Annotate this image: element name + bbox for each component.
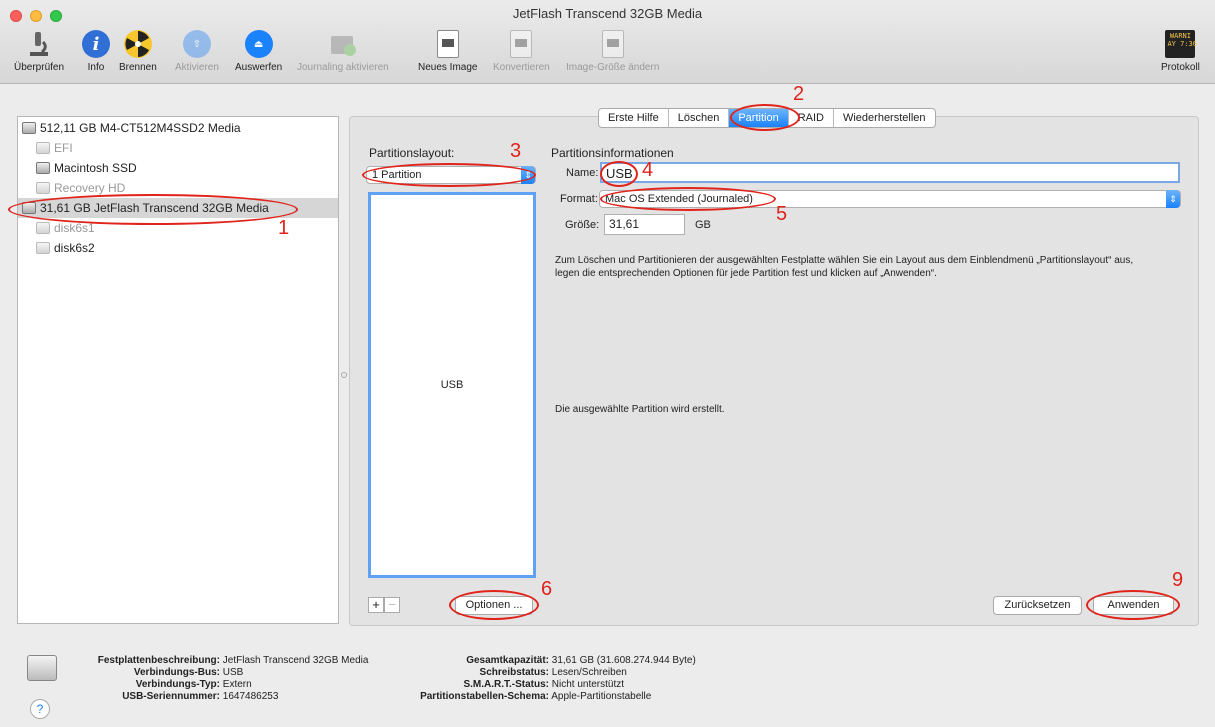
sidebar-item-ssd-disk[interactable]: 512,11 GB M4-CT512M4SSD2 Media (18, 118, 338, 138)
toolbar-label: Journaling aktivieren (297, 62, 389, 73)
format-label: Format: (560, 193, 598, 205)
size-unit: GB (695, 219, 711, 231)
microscope-icon (23, 28, 55, 60)
annotation-ellipse-5 (600, 187, 776, 211)
annotation-number: 3 (510, 140, 522, 162)
eject-icon: ⏏ (243, 28, 275, 60)
toolbar-label: Aktivieren (175, 62, 219, 73)
annotation-ellipse-3 (362, 163, 536, 187)
partition-info-title: Partitionsinformationen (551, 146, 674, 160)
annotation-ellipse-4 (600, 161, 638, 187)
toolbar-label: Neues Image (418, 62, 478, 73)
info-connection-type: Verbindungs-Typ: Extern (135, 679, 252, 690)
partition-segment-usb[interactable]: USB (371, 379, 533, 391)
mount-icon: ⇧ (181, 28, 213, 60)
revert-button[interactable]: Zurücksetzen (993, 596, 1082, 615)
usb-disk-icon (27, 655, 57, 681)
annotation-number: 4 (642, 159, 654, 181)
toolbar-label: Info (87, 62, 105, 73)
name-label: Name: (566, 167, 599, 179)
add-partition-button[interactable]: + (368, 597, 384, 613)
toolbar-label: Überprüfen (14, 62, 65, 73)
partition-name-field[interactable]: USB (600, 162, 1180, 183)
sidebar-item-label: Macintosh SSD (54, 161, 137, 175)
volume-icon (36, 162, 50, 174)
info-smart-status: S.M.A.R.T.-Status: Nicht unterstützt (463, 679, 625, 690)
sidebar-item-macintosh-ssd[interactable]: Macintosh SSD (18, 158, 338, 178)
toolbar-label: Image-Größe ändern (566, 62, 660, 73)
disk-list-sidebar: 512,11 GB M4-CT512M4SSD2 Media EFI Macin… (17, 116, 339, 624)
help-button[interactable]: ? (30, 699, 50, 719)
partition-help-text: Zum Löschen und Partitionieren der ausge… (555, 255, 1134, 279)
info-partition-scheme: Partitionstabellen-Schema: Apple-Partiti… (420, 691, 652, 702)
annotation-number: 1 (278, 217, 290, 239)
volume-icon (36, 182, 50, 194)
disk-utility-window: JetFlash Transcend 32GB Media Überprüfen… (0, 0, 1215, 727)
annotation-ellipse-2 (730, 104, 800, 131)
volume-icon (36, 222, 50, 234)
toolbar-verify-button[interactable]: Überprüfen (14, 28, 64, 73)
info-usb-serial: USB-Seriennummer: 1647486253 (122, 691, 279, 702)
hard-disk-icon (22, 122, 36, 134)
annotation-number: 2 (793, 83, 805, 105)
toolbar-label: Protokoll (1161, 62, 1200, 73)
volume-icon (36, 142, 50, 154)
info-icon: i (80, 28, 112, 60)
partition-status-text: Die ausgewählte Partition wird erstellt. (555, 404, 725, 415)
convert-icon (505, 28, 537, 60)
annotation-number: 6 (541, 578, 553, 600)
popup-arrows-icon: ⇕ (1166, 190, 1180, 208)
annotation-ellipse-9 (1086, 590, 1180, 620)
titlebar: JetFlash Transcend 32GB Media Überprüfen… (0, 0, 1215, 84)
partition-size-field[interactable]: 31,61 (604, 214, 685, 235)
annotation-number: 9 (1172, 569, 1184, 591)
info-disk-description: Festplattenbeschreibung: JetFlash Transc… (97, 655, 369, 666)
annotation-number: 5 (776, 203, 788, 225)
info-write-status: Schreibstatus: Lesen/Schreiben (479, 667, 627, 678)
split-view-handle[interactable] (341, 372, 347, 378)
sidebar-item-label: disk6s2 (54, 241, 95, 255)
partition-layout-map: USB (368, 192, 536, 578)
resize-image-icon (597, 28, 629, 60)
remove-partition-button[interactable]: − (384, 597, 400, 613)
toolbar-label: Brennen (119, 62, 157, 73)
tab-erase[interactable]: Löschen (669, 109, 730, 127)
toolbar-log-button[interactable]: WARNI AY 7:36 Protokoll (1161, 28, 1200, 73)
tab-first-aid[interactable]: Erste Hilfe (599, 109, 669, 127)
info-connection-bus: Verbindungs-Bus: USB (133, 667, 244, 678)
annotation-ellipse-6 (449, 590, 539, 620)
journaling-icon (327, 28, 359, 60)
toolbar-burn-button[interactable]: Brennen (119, 28, 157, 73)
console-log-icon: WARNI AY 7:36 (1164, 28, 1197, 60)
toolbar-new-image-button[interactable]: Neues Image (418, 28, 477, 73)
toolbar-mount-button[interactable]: ⇧ Aktivieren (175, 28, 219, 73)
toolbar-info-button[interactable]: i Info (80, 28, 112, 73)
toolbar-eject-button[interactable]: ⏏ Auswerfen (235, 28, 282, 73)
size-label: Größe: (565, 219, 600, 231)
toolbar-label: Konvertieren (493, 62, 550, 73)
annotation-ellipse-1 (8, 194, 298, 225)
volume-icon (36, 242, 50, 254)
partition-layout-label: Partitionslayout: (369, 146, 455, 160)
toolbar-resize-image-button[interactable]: Image-Größe ändern (566, 28, 659, 73)
window-title: JetFlash Transcend 32GB Media (512, 6, 703, 21)
sidebar-item-label: 512,11 GB M4-CT512M4SSD2 Media (40, 121, 241, 135)
sidebar-item-label: Recovery HD (54, 181, 126, 195)
info-total-capacity: Gesamtkapazität: 31,61 GB (31.608.274.94… (466, 655, 696, 666)
sidebar-item-efi[interactable]: EFI (18, 138, 338, 158)
tab-restore[interactable]: Wiederherstellen (834, 109, 935, 127)
toolbar-label: Auswerfen (235, 62, 283, 73)
toolbar-convert-button[interactable]: Konvertieren (493, 28, 550, 73)
toolbar-journaling-button[interactable]: Journaling aktivieren (297, 28, 389, 73)
burn-icon (122, 28, 154, 60)
new-image-icon (432, 28, 464, 60)
sidebar-item-label: EFI (54, 141, 73, 155)
sidebar-item-disk6s2[interactable]: disk6s2 (18, 238, 338, 258)
